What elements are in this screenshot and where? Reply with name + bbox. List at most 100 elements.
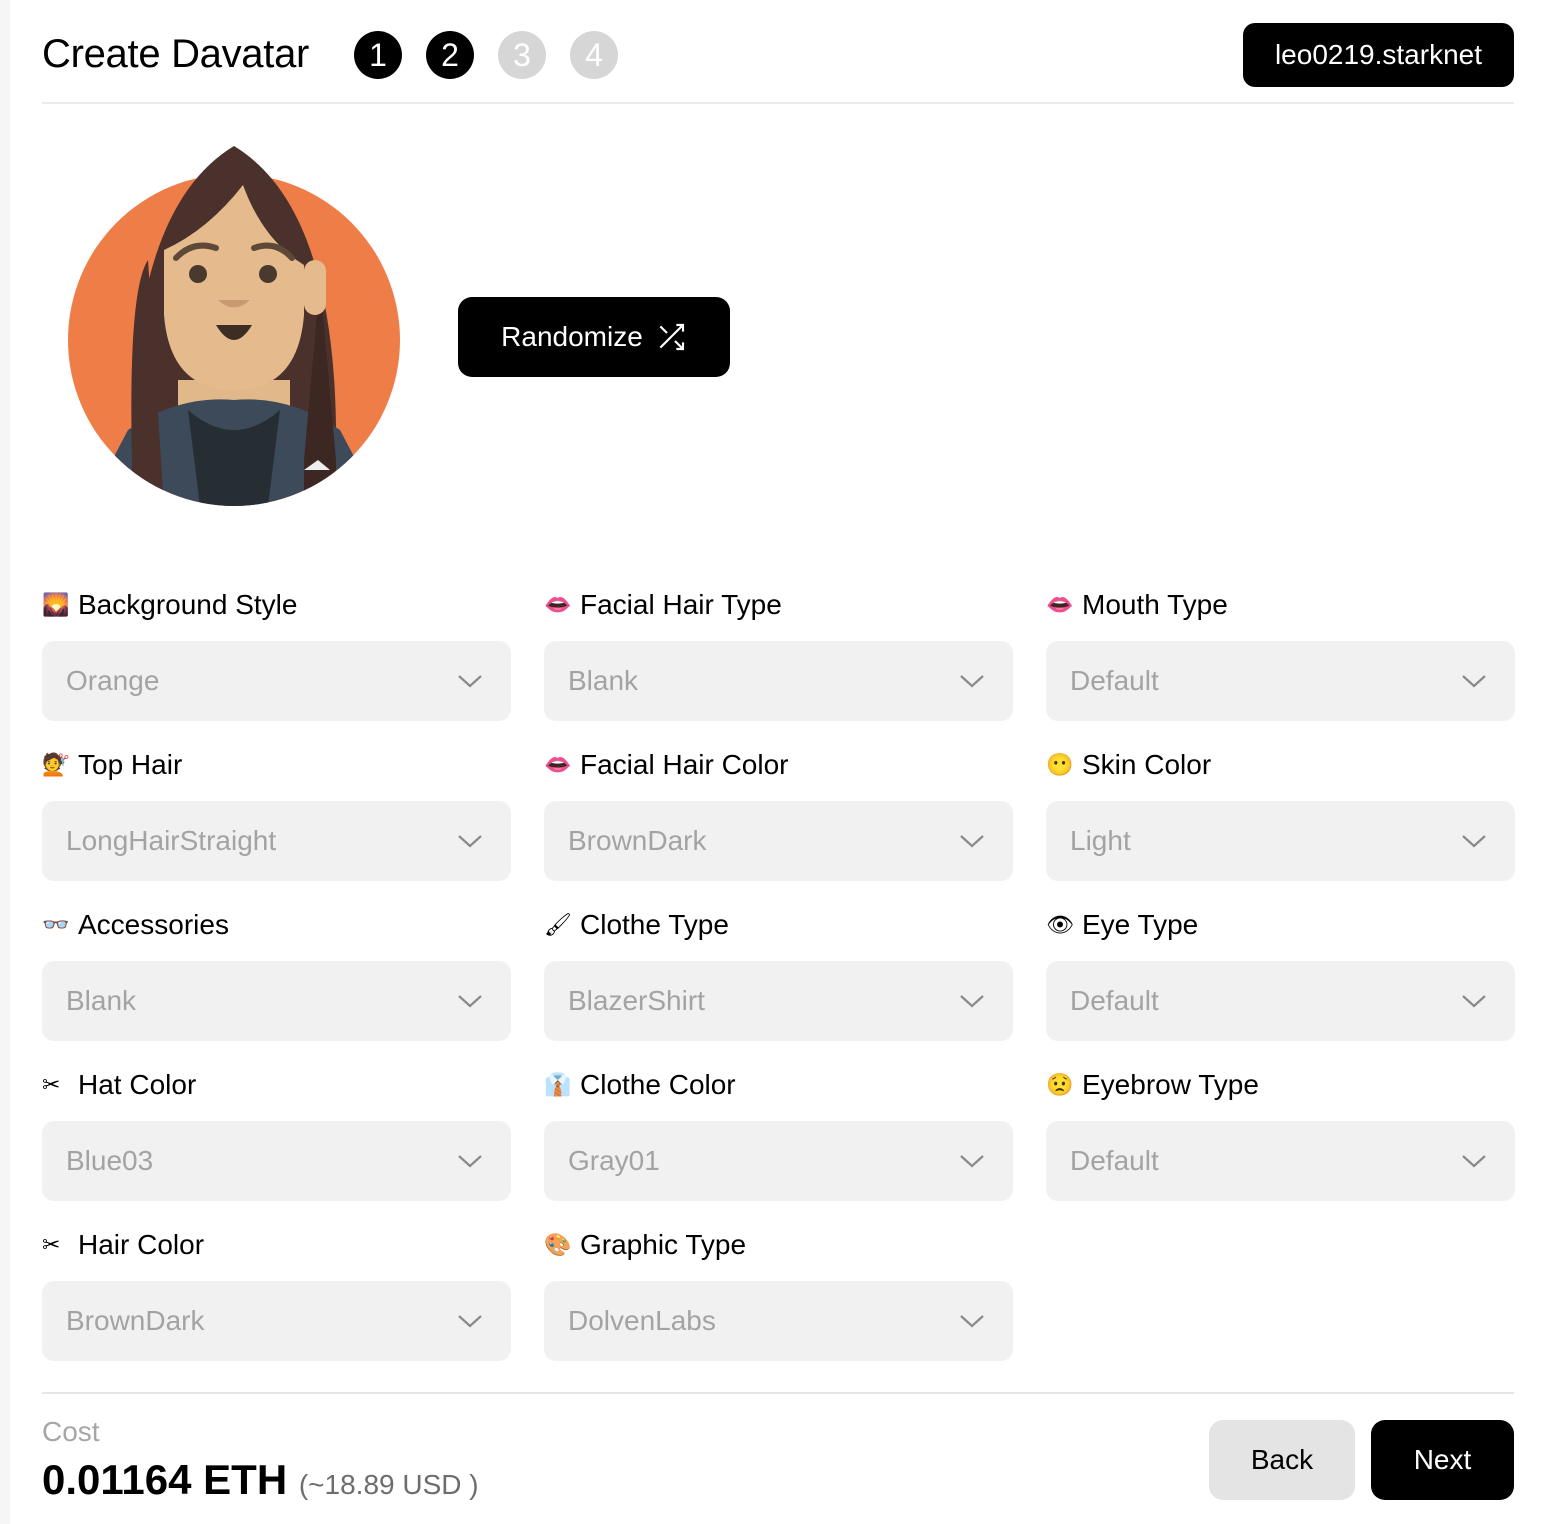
field-label: 😶 Skin Color (1046, 747, 1515, 783)
mouth-type-icon: 👄 (1046, 592, 1074, 617)
select-value: Default (1070, 985, 1159, 1016)
select-value: Blank (568, 665, 639, 696)
field-label: ✂ Hat Color (42, 1067, 511, 1103)
field-label: 👁 Eye Type (1046, 907, 1515, 943)
clothe-type-select[interactable]: BlazerShirt (544, 961, 1013, 1041)
hat-color-select[interactable]: Blue03 (42, 1121, 511, 1201)
eye-type-select[interactable]: Default (1046, 961, 1515, 1041)
select-value: Orange (66, 665, 160, 696)
field-label: 🌄 Background Style (42, 587, 511, 623)
cost-eth: 0.01164 ETH (42, 1456, 288, 1503)
background-style-select[interactable]: Orange (42, 641, 511, 721)
shuffle-icon (659, 323, 684, 351)
skin-color-select[interactable]: Light (1046, 801, 1515, 881)
field-graphic-type: 🎨 Graphic Type DolvenLabs (544, 1227, 1013, 1361)
account-button[interactable]: leo0219.starknet (1242, 23, 1514, 87)
field-label: 🖌 Clothe Type (544, 907, 1013, 943)
field-eyebrow-type: 😟 Eyebrow Type Default (1046, 1067, 1515, 1201)
select-value: LongHairStraight (66, 825, 277, 856)
chevron-down-icon (960, 835, 984, 848)
chevron-down-icon (1462, 995, 1486, 1008)
header: Create Davatar 1 2 3 4 leo0219.starknet (42, 22, 1514, 104)
accessories-select[interactable]: Blank (42, 961, 511, 1041)
field-facial-hair-type: 👄 Facial Hair Type Blank (544, 587, 1013, 721)
facial-hair-color-select[interactable]: BrownDark (544, 801, 1013, 881)
skin-color-icon: 😶 (1046, 752, 1074, 777)
select-value: BrownDark (568, 825, 707, 856)
randomize-button[interactable]: Randomize (458, 297, 730, 377)
hat-color-icon: ✂ (42, 1072, 61, 1097)
field-label: 😟 Eyebrow Type (1046, 1067, 1515, 1103)
field-label: 🎨 Graphic Type (544, 1227, 1013, 1263)
field-label: 👔 Clothe Color (544, 1067, 1013, 1103)
top-hair-icon: 💇 (42, 752, 70, 777)
mouth-type-select[interactable]: Default (1046, 641, 1515, 721)
back-button[interactable]: Back (1209, 1420, 1355, 1500)
select-value: DolvenLabs (568, 1305, 716, 1336)
field-top-hair: 💇 Top Hair LongHairStraight (42, 747, 511, 881)
chevron-down-icon (458, 995, 482, 1008)
eyebrow-type-select[interactable]: Default (1046, 1121, 1515, 1201)
field-accessories: 👓 Accessories Blank (42, 907, 511, 1041)
field-hat-color: ✂ Hat Color Blue03 (42, 1067, 511, 1201)
randomize-label: Randomize (501, 321, 643, 352)
chevron-down-icon (1462, 675, 1486, 688)
field-label-text: Facial Hair Type (580, 589, 782, 620)
select-value: BlazerShirt (568, 985, 705, 1016)
graphic-type-select[interactable]: DolvenLabs (544, 1281, 1013, 1361)
field-label: 👄 Mouth Type (1046, 587, 1515, 623)
step-2: 2 (426, 31, 474, 79)
clothe-color-select[interactable]: Gray01 (544, 1121, 1013, 1201)
accessories-icon: 👓 (42, 912, 70, 937)
field-label-text: Facial Hair Color (580, 749, 789, 780)
field-label: ✂ Hair Color (42, 1227, 511, 1263)
field-eye-type: 👁 Eye Type Default (1046, 907, 1515, 1041)
cost-usd: (~18.89 USD ) (298, 1469, 479, 1500)
chevron-down-icon (458, 835, 482, 848)
step-1: 1 (354, 31, 402, 79)
chevron-down-icon (458, 1155, 482, 1168)
facial-hair-type-icon: 👄 (544, 592, 572, 617)
field-hair-color: ✂ Hair Color BrownDark (42, 1227, 511, 1361)
hair-color-icon: ✂ (42, 1232, 61, 1257)
select-value: BrownDark (66, 1305, 205, 1336)
field-label-text: Graphic Type (580, 1229, 747, 1260)
window-edge (0, 0, 10, 1524)
eyebrow-type-icon: 😟 (1046, 1072, 1074, 1097)
cost-value: 0.01164 ETH (~18.89 USD ) (42, 1456, 479, 1504)
select-value: Light (1070, 825, 1131, 856)
field-clothe-color: 👔 Clothe Color Gray01 (544, 1067, 1013, 1201)
field-label: 👄 Facial Hair Type (544, 587, 1013, 623)
chevron-down-icon (960, 675, 984, 688)
graphic-type-icon: 🎨 (544, 1232, 572, 1257)
facial-hair-color-icon: 👄 (544, 752, 572, 777)
top-hair-select[interactable]: LongHairStraight (42, 801, 511, 881)
page-title: Create Davatar (42, 32, 310, 76)
step-3: 3 (498, 31, 546, 79)
field-mouth-type: 👄 Mouth Type Default (1046, 587, 1515, 721)
footer: Cost 0.01164 ETH (~18.89 USD ) Back Next (42, 1392, 1514, 1524)
clothe-color-icon: 👔 (544, 1072, 572, 1097)
field-label-text: Clothe Type (580, 909, 729, 940)
chevron-down-icon (1462, 1155, 1486, 1168)
hair-color-select[interactable]: BrownDark (42, 1281, 511, 1361)
select-value: Blank (66, 985, 137, 1016)
field-label-text: Clothe Color (580, 1069, 736, 1100)
chevron-down-icon (960, 1155, 984, 1168)
next-button[interactable]: Next (1371, 1420, 1514, 1500)
field-facial-hair-color: 👄 Facial Hair Color BrownDark (544, 747, 1013, 881)
step-4: 4 (570, 31, 618, 79)
field-label-text: Eye Type (1082, 909, 1199, 940)
chevron-down-icon (458, 1315, 482, 1328)
avatar-preview (68, 146, 400, 506)
field-label: 💇 Top Hair (42, 747, 511, 783)
field-label-text: Accessories (78, 909, 229, 940)
field-label-text: Hair Color (78, 1229, 205, 1260)
field-label-text: Hat Color (78, 1069, 197, 1100)
field-clothe-type: 🖌 Clothe Type BlazerShirt (544, 907, 1013, 1041)
facial-hair-type-select[interactable]: Blank (544, 641, 1013, 721)
field-skin-color: 😶 Skin Color Light (1046, 747, 1515, 881)
clothe-type-icon: 🖌 (544, 912, 572, 937)
eye-type-icon: 👁 (1046, 912, 1074, 937)
chevron-down-icon (458, 675, 482, 688)
